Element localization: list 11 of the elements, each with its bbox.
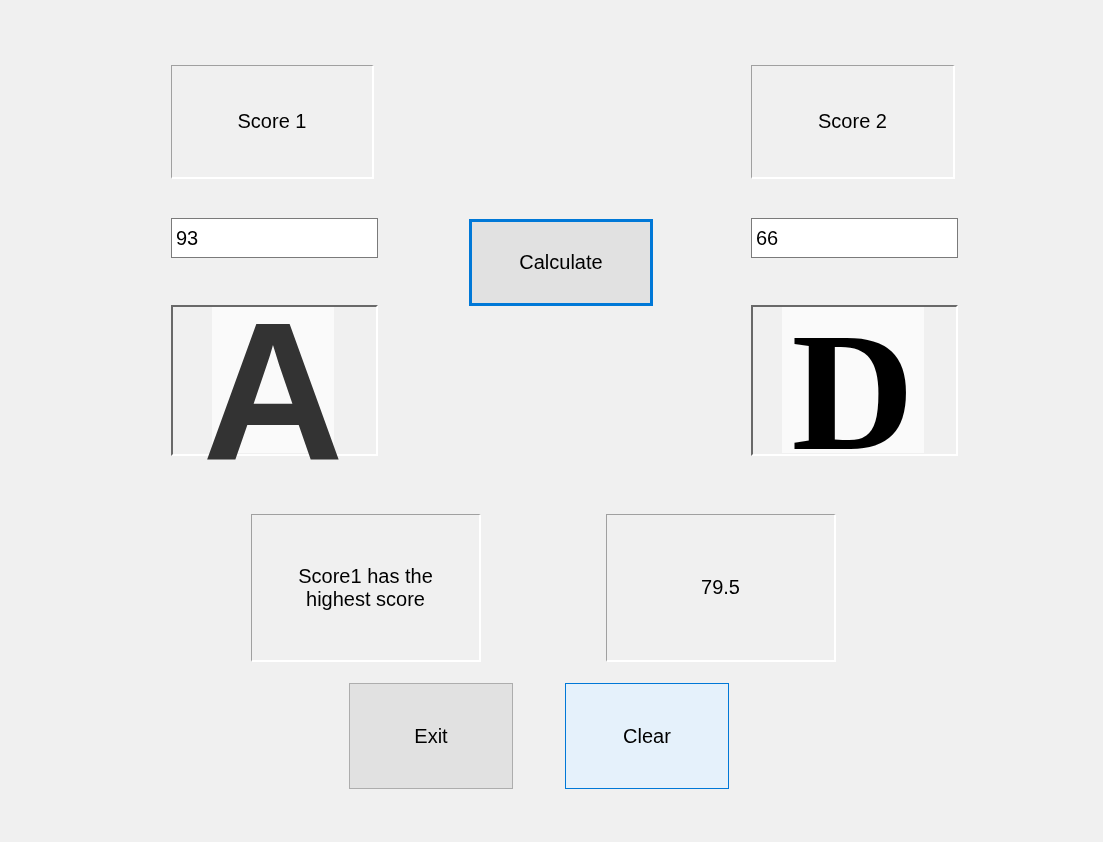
score-field[interactable]: 93 xyxy=(171,218,378,258)
result-message: Score1 has the highest score xyxy=(251,514,481,662)
clear-button[interactable]: Clear xyxy=(565,683,729,789)
grade-letter: D xyxy=(791,307,915,477)
score-label: Score 2 xyxy=(751,65,955,179)
score-field[interactable]: 66 xyxy=(751,218,958,258)
average-value: 79.5 xyxy=(606,514,836,662)
score-label: Score 1 xyxy=(171,65,374,179)
grade-letter: A xyxy=(202,295,344,491)
exit-button[interactable]: Exit xyxy=(349,683,513,789)
calculate-button[interactable]: Calculate xyxy=(469,219,653,306)
